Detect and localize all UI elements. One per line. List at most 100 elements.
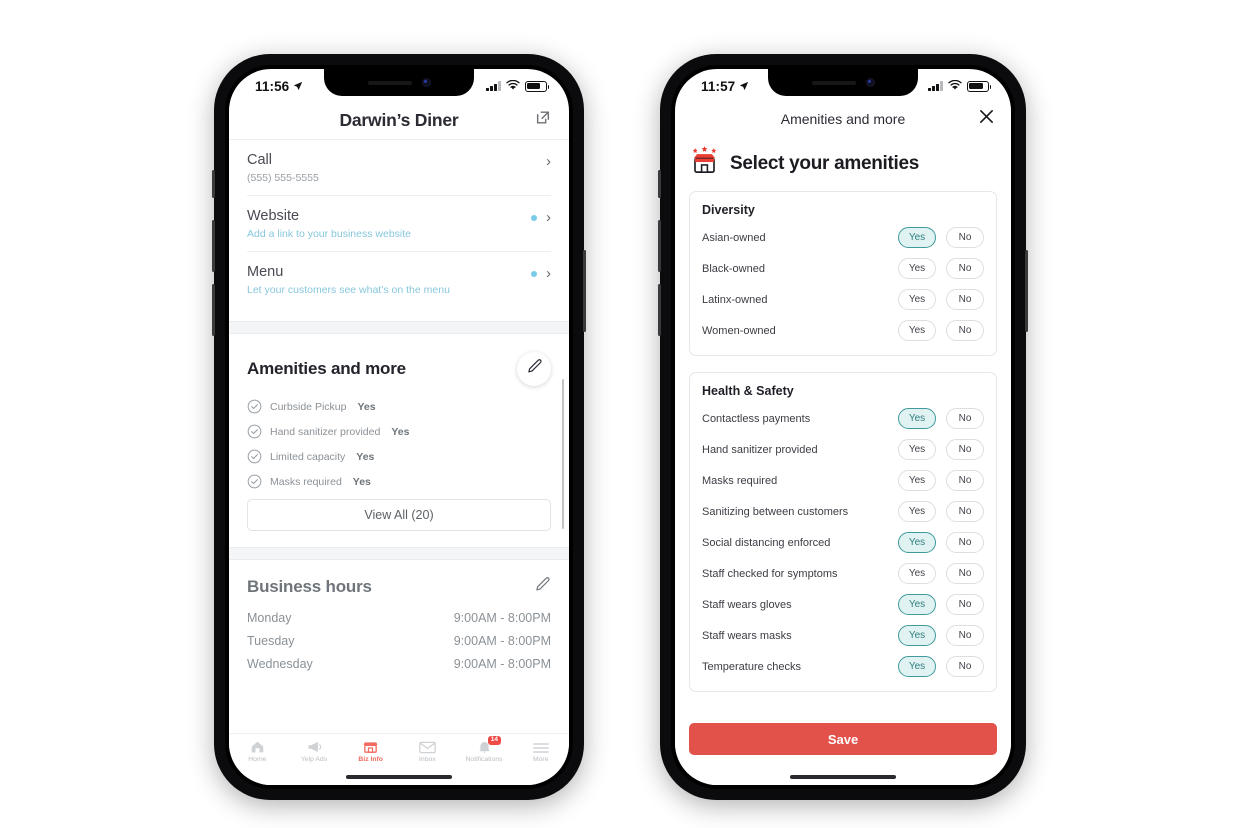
question-label: Latinx-owned [702,293,768,306]
notch-right [768,69,918,96]
no-option[interactable]: No [946,594,984,615]
edit-amenities-button[interactable] [517,352,551,387]
question-label: Staff wears gloves [702,598,792,611]
unread-dot-indicator [531,270,537,277]
notch-left [324,69,474,96]
no-option[interactable]: No [946,289,984,310]
hamburger-menu-icon [532,739,549,754]
home-indicator[interactable] [790,775,896,779]
front-camera [865,78,875,87]
status-time-group: 11:56 [255,79,303,94]
row-subtitle: (555) 555-5555 [247,172,319,185]
yes-no-toggle-group: Yes No [898,439,984,460]
tab-notifications[interactable]: 14 Notifications [456,736,513,763]
tab-yelp-ads[interactable]: Yelp Ads [286,739,343,763]
volume-up-button[interactable] [658,220,661,272]
mute-switch[interactable] [212,170,215,198]
battery-icon [967,80,992,92]
mute-switch[interactable] [658,170,661,198]
yes-no-toggle-group: Yes No [898,320,984,341]
check-circle-icon [247,474,262,489]
yes-option[interactable]: Yes [898,258,936,279]
hours-value: 9:00AM - 8:00PM [453,611,551,626]
power-button[interactable] [583,250,586,332]
cellular-signal-icon [928,81,943,91]
no-option[interactable]: No [946,408,984,429]
yes-option[interactable]: Yes [898,289,936,310]
no-option[interactable]: No [946,320,984,341]
no-option[interactable]: No [946,470,984,491]
form-heading: Select your amenities [675,135,1011,191]
wifi-icon [506,79,520,94]
edit-business-hours-button[interactable] [534,576,551,598]
tab-inbox[interactable]: Inbox [399,739,456,763]
view-all-amenities-button[interactable]: View All (20) [247,499,551,532]
amenity-value: Yes [391,425,410,438]
scroll-indicator[interactable] [561,379,564,529]
yes-option[interactable]: Yes [898,408,936,429]
yes-option[interactable]: Yes [898,439,936,460]
hours-row: Wednesday 9:00AM - 8:00PM [247,648,551,671]
no-option[interactable]: No [946,532,984,553]
phone-bezel-left: 11:56 Darwin’s Diner Call (555) 555-5555… [225,65,573,789]
save-button[interactable]: Save [689,723,997,755]
yes-option[interactable]: Yes [898,320,936,341]
amenity-item: Hand sanitizer provided Yes [247,424,551,439]
check-circle-icon [247,449,262,464]
business-header: Darwin’s Diner [229,101,569,140]
location-arrow-icon [739,79,749,94]
yes-option[interactable]: Yes [898,227,936,248]
external-link-icon[interactable] [535,110,551,131]
no-option[interactable]: No [946,501,984,522]
no-option[interactable]: No [946,258,984,279]
screenshot-canvas: 11:56 Darwin’s Diner Call (555) 555-5555… [0,0,1242,828]
no-option[interactable]: No [946,656,984,677]
no-option[interactable]: No [946,563,984,584]
row-call[interactable]: Call (555) 555-5555 › [247,140,551,197]
question-label: Contactless payments [702,412,811,425]
yes-option[interactable]: Yes [898,625,936,646]
amenities-form-scroll[interactable]: Select your amenities Diversity Asian-ow… [675,135,1011,713]
close-icon[interactable] [978,108,995,130]
amenities-title: Amenities and more [247,359,406,379]
yes-option[interactable]: Yes [898,656,936,677]
storefront-stars-icon [689,145,720,182]
tab-label: More [532,756,549,763]
hours-day: Tuesday [247,634,295,649]
yes-option[interactable]: Yes [898,594,936,615]
question-label: Masks required [702,474,778,487]
yes-option[interactable]: Yes [898,532,936,553]
tab-label: Inbox [419,756,436,763]
modal-header: Amenities and more [675,101,1011,138]
volume-down-button[interactable] [658,284,661,336]
row-menu[interactable]: Menu Let your customers see what’s on th… [247,252,551,307]
home-indicator[interactable] [346,775,452,779]
volume-up-button[interactable] [212,220,215,272]
row-accessory: › [546,154,551,169]
amenity-item: Curbside Pickup Yes [247,399,551,414]
status-time: 11:57 [701,78,736,94]
power-button[interactable] [1025,250,1028,332]
amenity-item: Limited capacity Yes [247,449,551,464]
row-subtitle: Let your customers see what’s on the men… [247,284,450,297]
no-option[interactable]: No [946,625,984,646]
yes-no-toggle-group: Yes No [898,408,984,429]
yes-option[interactable]: Yes [898,563,936,584]
tab-biz-info[interactable]: Biz Info [342,739,399,763]
megaphone-icon [306,739,323,754]
hours-row: Monday 9:00AM - 8:00PM [247,602,551,625]
yes-option[interactable]: Yes [898,501,936,522]
volume-down-button[interactable] [212,284,215,336]
business-info-rows: Call (555) 555-5555 › Website Add a link… [229,140,569,307]
amenity-question-row: Masks required Yes No [702,465,984,496]
status-time-group: 11:57 [701,79,749,94]
amenity-question-row: Sanitizing between customers Yes No [702,496,984,527]
no-option[interactable]: No [946,227,984,248]
question-label: Staff wears masks [702,629,792,642]
tab-home[interactable]: Home [229,739,286,763]
no-option[interactable]: No [946,439,984,460]
row-website[interactable]: Website Add a link to your business webs… [247,196,551,253]
check-circle-icon [247,424,262,439]
yes-option[interactable]: Yes [898,470,936,491]
tab-more[interactable]: More [512,739,569,763]
